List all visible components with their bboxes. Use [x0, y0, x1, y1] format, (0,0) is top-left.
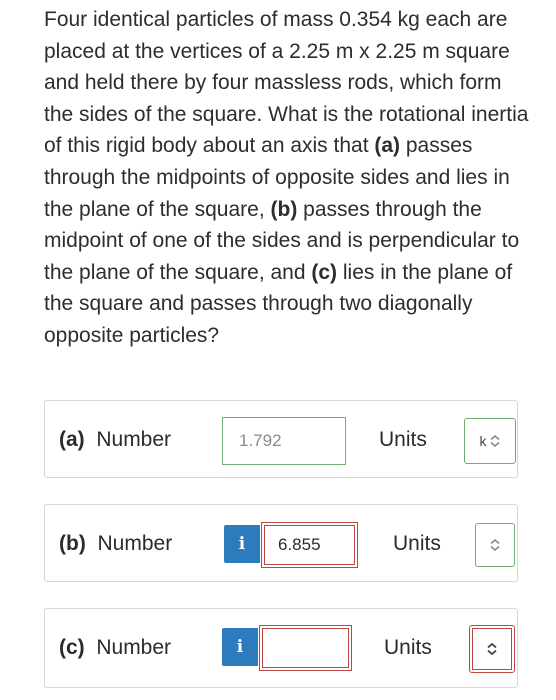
chevron-up-down-icon: [489, 434, 500, 448]
part-c-tag-label: (c): [59, 636, 85, 659]
number-input-c[interactable]: [259, 625, 352, 671]
info-icon[interactable]: i: [224, 525, 260, 563]
info-icon[interactable]: i: [222, 628, 258, 666]
part-a-tag-label: (a): [59, 428, 85, 451]
units-label-b: Units: [393, 532, 441, 555]
chevron-up-down-icon: [490, 538, 500, 552]
number-input-a-value: 1.792: [239, 431, 282, 450]
part-c-label: (c) Number: [59, 636, 171, 660]
units-select-a-value: k: [479, 433, 487, 449]
part-b-label: (b) Number: [59, 532, 172, 556]
number-label: Number: [96, 428, 172, 451]
part-a-label: (a) Number: [59, 428, 171, 452]
number-input-b[interactable]: 6.855: [261, 522, 358, 568]
number-label: Number: [97, 532, 173, 555]
number-label: Number: [96, 636, 172, 659]
number-input-b-value: 6.855: [278, 535, 321, 554]
units-select-a[interactable]: k: [464, 418, 516, 464]
part-b-tag: (b): [270, 197, 298, 221]
answer-row-a: (a) Number 1.792 Units k: [44, 400, 518, 478]
part-c-tag: (c): [311, 260, 338, 284]
answer-row-c: (c) Number i Units: [44, 608, 518, 688]
units-select-c[interactable]: [469, 625, 515, 673]
part-a-tag: (a): [374, 134, 401, 158]
chevron-up-down-icon: [487, 642, 497, 656]
answer-row-b: (b) Number i 6.855 Units: [44, 504, 518, 582]
units-label-c: Units: [384, 636, 432, 659]
question-text: Four identical particles of mass 0.354 k…: [44, 4, 530, 352]
units-label-a: Units: [379, 428, 427, 451]
units-select-b[interactable]: [475, 523, 515, 567]
part-b-tag-label: (b): [59, 532, 86, 555]
number-input-a[interactable]: 1.792: [222, 417, 346, 465]
